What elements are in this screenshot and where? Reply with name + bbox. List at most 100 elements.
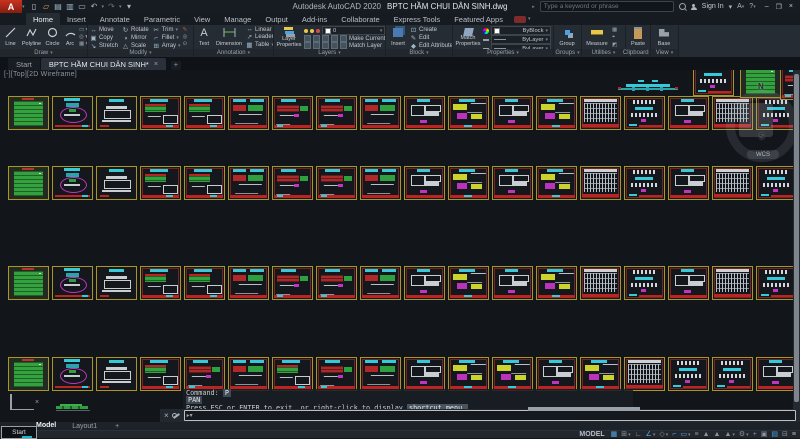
drawing-sheet-d2[interactable] xyxy=(272,266,313,300)
drawing-sheet-t[interactable] xyxy=(580,166,621,200)
file-tab-drawing[interactable]: BPTC HẦM CHUI DÂN SINH*× xyxy=(41,58,166,70)
viewport-controls-label[interactable]: [-][Top][2D Wireframe] xyxy=(4,71,77,78)
new-file-icon[interactable]: ▯ xyxy=(30,2,39,11)
drawing-sheet-h[interactable] xyxy=(756,166,797,200)
units-icon[interactable]: ▣ xyxy=(761,431,768,438)
match-layer-button[interactable]: Match Layer xyxy=(349,43,382,49)
panel-label-groups[interactable]: Groups▾ xyxy=(554,49,581,57)
help-icon[interactable]: ?▾ xyxy=(749,3,755,10)
make-current-button[interactable]: Make Current xyxy=(349,36,385,42)
drawing-sheet-plan[interactable] xyxy=(52,166,93,200)
restore-icon[interactable]: ❐ xyxy=(776,3,782,11)
drawing-sheet-d1[interactable] xyxy=(140,357,181,391)
layer-tool-icon[interactable] xyxy=(304,42,311,49)
drawing-sheet-plan[interactable] xyxy=(52,96,93,130)
tab-manage[interactable]: Manage xyxy=(217,13,258,25)
drawing-sheet-d1[interactable] xyxy=(184,166,225,200)
drawing-sheet-g1[interactable] xyxy=(580,357,621,391)
drawing-sheet-f1[interactable] xyxy=(668,96,709,130)
array-button[interactable]: ⊞Array▾ xyxy=(153,42,181,49)
panel-label-draw[interactable]: Draw▾ xyxy=(0,49,87,57)
arc-button[interactable]: Arc xyxy=(63,26,77,48)
new-layout-button[interactable]: + xyxy=(115,423,119,430)
layer-on-icon[interactable] xyxy=(304,29,308,33)
drawing-sheet-list[interactable] xyxy=(8,166,49,200)
layer-tool-icon[interactable] xyxy=(304,35,311,42)
layer-tool-icon[interactable] xyxy=(313,35,320,42)
drawing-sheet-g1[interactable] xyxy=(536,266,577,300)
ortho-icon[interactable]: ∟ xyxy=(635,431,642,438)
annotation-monitor-icon[interactable]: + xyxy=(753,431,757,438)
customization-icon[interactable]: ≡ xyxy=(792,431,796,438)
scale-button[interactable]: △Scale xyxy=(122,42,149,49)
drawing-sheet-d1[interactable] xyxy=(184,96,225,130)
undo-icon-caret[interactable]: ▾ xyxy=(102,4,105,10)
autodesk-app-icon[interactable]: A▾ xyxy=(737,3,744,10)
tab-annotate[interactable]: Annotate xyxy=(93,13,137,25)
drawing-sheet-g1[interactable] xyxy=(448,357,489,391)
drawing-sheet-d1[interactable] xyxy=(184,266,225,300)
panel-label-modify[interactable]: Modify▾ xyxy=(88,49,193,57)
command-close-icon[interactable]: × xyxy=(164,411,169,420)
drawing-sheet-f1[interactable] xyxy=(404,357,445,391)
erase-button[interactable]: ✎ xyxy=(183,27,188,33)
tab-featured-apps[interactable]: Featured Apps xyxy=(447,13,510,25)
drawing-sheet-d3[interactable] xyxy=(228,96,269,130)
save-icon[interactable]: ▤ xyxy=(54,2,63,11)
drawing-sheet-h[interactable] xyxy=(756,266,797,300)
move-button[interactable]: ↔Move xyxy=(90,26,118,34)
drawing-sheet-d2[interactable] xyxy=(316,166,357,200)
drawing-sheet-iso[interactable] xyxy=(96,166,137,200)
line-button[interactable]: Line xyxy=(2,26,19,48)
polyline-button[interactable]: Polyline xyxy=(21,26,42,48)
drawing-sheet-h[interactable] xyxy=(624,96,665,130)
undo-icon[interactable]: ↶ xyxy=(90,2,99,11)
circle-button[interactable]: Circle xyxy=(44,26,61,48)
drawing-sheet-d1[interactable] xyxy=(272,357,313,391)
object-snap-icon[interactable]: ▭▾ xyxy=(680,431,690,438)
drawing-sheet-f1[interactable] xyxy=(668,266,709,300)
drawing-sheet-f1[interactable] xyxy=(536,357,577,391)
viewcube[interactable] xyxy=(739,103,773,137)
tab-output[interactable]: Output xyxy=(258,13,295,25)
app-store-icon[interactable]: ▾ xyxy=(729,3,733,11)
vertical-scrollbar-thumb[interactable] xyxy=(794,74,799,402)
layer-properties-button[interactable]: Layer Properties xyxy=(276,26,302,48)
new-drawing-tab-button[interactable]: + xyxy=(171,61,181,70)
layout-tab-layout1[interactable]: Layout1 xyxy=(64,422,105,430)
autocad-logo[interactable]: A xyxy=(0,0,22,13)
tab-view[interactable]: View xyxy=(187,13,217,25)
drawing-sheet-h[interactable] xyxy=(624,166,665,200)
viewcube-north-label[interactable]: N xyxy=(758,82,764,91)
drawing-sheet-t[interactable] xyxy=(624,357,665,391)
drawing-sheet-list[interactable] xyxy=(8,357,49,391)
mirror-button[interactable]: ◑Mirror xyxy=(122,34,149,42)
grid-icon[interactable]: ⊞▾ xyxy=(621,431,630,438)
drawing-sheet-d3[interactable] xyxy=(228,357,269,391)
plot-icon[interactable]: ▭ xyxy=(78,2,87,11)
tab-add-ins[interactable]: Add-ins xyxy=(295,13,334,25)
drawing-sheet-t[interactable] xyxy=(712,166,753,200)
hatch-button[interactable]: ▦ ▾ xyxy=(79,41,87,47)
drawing-sheet-f1[interactable] xyxy=(492,96,533,130)
drawing-sheet-t[interactable] xyxy=(580,266,621,300)
quick-select-button[interactable]: ◩ xyxy=(612,42,617,48)
rotate-button[interactable]: ↻Rotate xyxy=(122,26,149,34)
search-box[interactable] xyxy=(540,1,674,12)
drawing-sheet-d3[interactable] xyxy=(360,266,401,300)
explode-button[interactable]: ⊙ xyxy=(183,41,188,47)
clean-screen-icon[interactable]: ⊟ xyxy=(782,431,788,438)
search-input[interactable] xyxy=(541,3,673,10)
isometric-drafting-icon[interactable]: ◇▾ xyxy=(659,431,668,438)
linear-dimension-button[interactable]: ↔Linear▾ xyxy=(246,26,273,33)
command-input-box[interactable]: ▸▾ xyxy=(184,410,796,421)
id-point-button[interactable]: ⌖ xyxy=(612,34,617,41)
insert-block-button[interactable]: Insert xyxy=(388,26,408,48)
dimension-button[interactable]: Dimension xyxy=(214,26,244,48)
color-wheel-icon[interactable] xyxy=(483,28,489,34)
drawing-sheet-g1[interactable] xyxy=(448,166,489,200)
layer-tool-icon[interactable] xyxy=(340,35,347,42)
drawing-sheet-t[interactable] xyxy=(712,266,753,300)
drawing-sheet-g1[interactable] xyxy=(448,96,489,130)
drawing-sheet-f1[interactable] xyxy=(668,166,709,200)
